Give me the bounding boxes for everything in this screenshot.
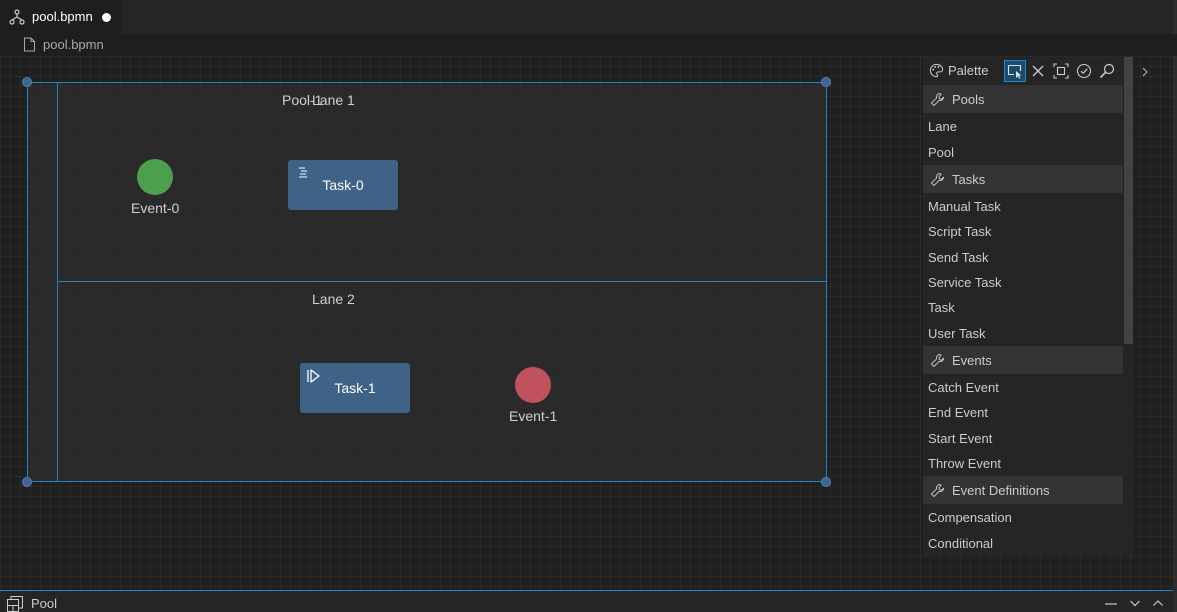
- resize-handle-bottom-right[interactable]: [821, 477, 831, 487]
- editor-tab-bar: [0, 0, 1177, 35]
- palette-group-pools[interactable]: Pools: [923, 85, 1123, 113]
- palette-item-task[interactable]: Task: [928, 300, 955, 315]
- properties-panel-bar[interactable]: [0, 590, 1173, 612]
- select-tool-button[interactable]: [1004, 60, 1026, 82]
- palette-item-user-task[interactable]: User Task: [928, 326, 986, 341]
- properties-panel-title: Pool: [31, 596, 58, 611]
- palette-group-events[interactable]: Events: [923, 346, 1123, 374]
- bpmn-diagram-icon: [9, 9, 25, 25]
- palette-item-start-event[interactable]: Start Event: [928, 431, 992, 446]
- fit-screen-icon: [1053, 63, 1069, 79]
- search-button[interactable]: [1097, 61, 1117, 81]
- task-0[interactable]: Task-0: [288, 160, 398, 210]
- properties-panel-icon: [7, 596, 23, 612]
- check-circle-icon: [1076, 63, 1092, 79]
- breadcrumb-file[interactable]: pool.bpmn: [43, 37, 104, 52]
- wrench-icon: [930, 92, 945, 107]
- task-1[interactable]: Task-1: [300, 363, 410, 413]
- palette-group-label: Tasks: [952, 172, 986, 187]
- lane-2[interactable]: [57, 281, 827, 482]
- event-1-label: Event-1: [509, 408, 558, 424]
- select-tool-icon: [1007, 64, 1022, 79]
- minimize-icon[interactable]: [1104, 596, 1118, 610]
- unsaved-dot-icon[interactable]: [102, 13, 111, 22]
- validate-button[interactable]: [1074, 61, 1094, 81]
- palette-item-service-task[interactable]: Service Task: [928, 275, 1001, 290]
- tab-pool-bpmn[interactable]: pool.bpmn: [0, 0, 122, 34]
- wrench-icon: [930, 483, 945, 498]
- palette-item-send-task[interactable]: Send Task: [928, 250, 988, 265]
- start-event[interactable]: [137, 159, 173, 195]
- palette-item-throw-event[interactable]: Throw Event: [928, 456, 1001, 471]
- chevron-up-icon[interactable]: [1151, 596, 1165, 610]
- delete-tool-button[interactable]: [1028, 61, 1048, 81]
- palette-item-conditional[interactable]: Conditional: [928, 536, 993, 551]
- wrench-icon: [930, 172, 945, 187]
- script-task-icon: [299, 167, 307, 178]
- palette-item-compensation[interactable]: Compensation: [928, 510, 1012, 525]
- fit-to-screen-button[interactable]: [1051, 61, 1071, 81]
- resize-handle-bottom-left[interactable]: [22, 477, 32, 487]
- tab-title: pool.bpmn: [32, 9, 93, 24]
- palette-item-pool[interactable]: Pool: [928, 145, 954, 160]
- pool-header[interactable]: [27, 82, 58, 482]
- breadcrumb: [0, 34, 1177, 56]
- file-icon: [24, 37, 35, 52]
- palette-group-tasks[interactable]: Tasks: [923, 165, 1123, 193]
- palette-item-catch-event[interactable]: Catch Event: [928, 380, 999, 395]
- task-1-label: Task-1: [334, 380, 376, 396]
- lane-2-label: Lane 2: [312, 291, 355, 307]
- event-0-label: Event-0: [131, 200, 180, 216]
- palette-scrollbar[interactable]: [1124, 57, 1133, 344]
- palette-group-event-definitions[interactable]: Event Definitions: [923, 476, 1123, 504]
- palette-group-label: Event Definitions: [952, 483, 1050, 498]
- resize-handle-top-left[interactable]: [22, 77, 32, 87]
- chevron-down-icon[interactable]: [1128, 596, 1142, 610]
- close-icon: [1032, 65, 1044, 77]
- wrench-icon: [930, 353, 945, 368]
- end-event[interactable]: [515, 367, 551, 403]
- window-edge: [1173, 0, 1177, 612]
- resize-handle-top-right[interactable]: [821, 77, 831, 87]
- palette-item-script-task[interactable]: Script Task: [928, 224, 991, 239]
- lane-1-label: Lane 1: [312, 92, 355, 108]
- palette-group-label: Pools: [952, 92, 985, 107]
- task-0-label: Task-0: [322, 177, 364, 193]
- lane-1[interactable]: [57, 82, 827, 282]
- palette-group-label: Events: [952, 353, 992, 368]
- palette-item-end-event[interactable]: End Event: [928, 405, 988, 420]
- chevron-right-icon[interactable]: [1139, 64, 1151, 80]
- search-icon: [1099, 63, 1115, 79]
- palette-icon: [929, 63, 944, 78]
- palette-item-manual-task[interactable]: Manual Task: [928, 199, 1001, 214]
- palette-item-lane[interactable]: Lane: [928, 119, 957, 134]
- palette-title: Palette: [948, 63, 989, 78]
- manual-task-icon: [307, 369, 320, 383]
